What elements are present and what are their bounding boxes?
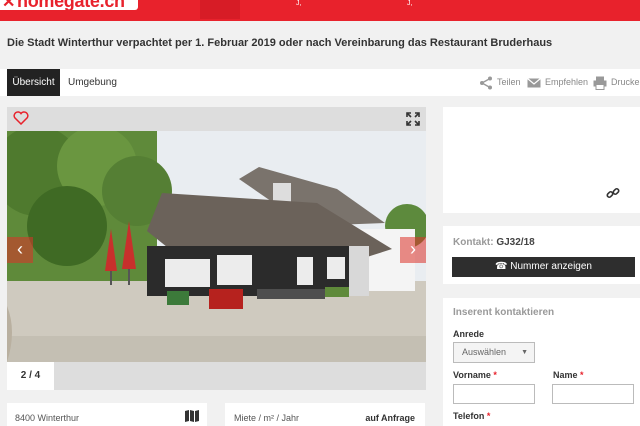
salutation-label: Anrede (453, 329, 485, 339)
heart-icon[interactable] (13, 111, 29, 125)
show-number-label: Nummer anzeigen (510, 261, 592, 272)
image-gallery: ‹ › 2 / 4 (7, 107, 426, 390)
gallery-counter: 2 / 4 (7, 362, 54, 390)
gallery-prev-button[interactable]: ‹ (7, 237, 33, 263)
lastname-label: Name * (553, 370, 584, 380)
tab-uebersicht[interactable]: Übersicht (7, 69, 60, 96)
phone-label: Telefon * (453, 411, 491, 421)
listing-title: Die Stadt Winterthur verpachtet per 1. F… (7, 37, 553, 49)
lastname-input[interactable] (552, 384, 634, 404)
firstname-input[interactable] (453, 384, 535, 404)
logo-text: homegate.ch (17, 0, 125, 10)
firstname-label: Vorname * (453, 370, 497, 380)
share-icon (480, 76, 492, 90)
rent-box: Miete / m² / Jahr auf Anfrage (225, 403, 425, 426)
header-nav-label-right[interactable]: J, (407, 0, 412, 7)
required-mark: * (493, 370, 497, 380)
recommend-label: Empfehlen (545, 77, 589, 87)
print-label: Drucken (611, 77, 640, 87)
header-nav-label[interactable]: J, (296, 0, 301, 7)
restaurant-photo (7, 131, 426, 362)
listing-photo[interactable] (7, 131, 426, 362)
homegate-logo[interactable]: ✕ homegate.ch (0, 0, 138, 10)
location-box: 8400 Winterthur (7, 403, 207, 426)
header-nav-tab[interactable] (200, 0, 240, 19)
contact-label: Kontakt: (453, 237, 494, 248)
phone-icon: ☎ (495, 261, 508, 272)
required-mark: * (486, 411, 491, 421)
salutation-select[interactable]: Auswählen ▼ (453, 342, 535, 363)
agency-card (443, 107, 640, 213)
tab-umgebung[interactable]: Umgebung (68, 69, 117, 96)
logo-x-icon: ✕ (2, 0, 16, 10)
envelope-icon (527, 78, 541, 88)
listing-tab-bar: Übersicht Umgebung Teilen Empfehlen Druc… (0, 69, 640, 96)
printer-icon (593, 76, 607, 90)
link-icon[interactable] (606, 186, 620, 200)
rent-label: Miete / m² / Jahr (234, 413, 300, 423)
rent-value: auf Anfrage (365, 413, 415, 423)
form-title: Inserent kontaktieren (453, 307, 555, 318)
contact-code: GJ32/18 (496, 237, 535, 248)
location-text: 8400 Winterthur (15, 413, 80, 423)
chevron-down-icon: ▼ (521, 349, 528, 356)
map-icon[interactable] (185, 410, 199, 422)
show-number-button[interactable]: ☎ Nummer anzeigen (452, 257, 635, 277)
top-header-bar: ✕ homegate.ch J, J, (0, 0, 640, 21)
required-mark: * (580, 370, 584, 380)
salutation-value: Auswählen (462, 347, 507, 357)
share-label: Teilen (497, 77, 521, 87)
contact-card: Kontakt: GJ32/18 ☎ Nummer anzeigen (443, 226, 640, 284)
contact-line: Kontakt: GJ32/18 (453, 237, 535, 248)
gallery-next-button[interactable]: › (400, 237, 426, 263)
fullscreen-icon[interactable] (406, 112, 420, 126)
